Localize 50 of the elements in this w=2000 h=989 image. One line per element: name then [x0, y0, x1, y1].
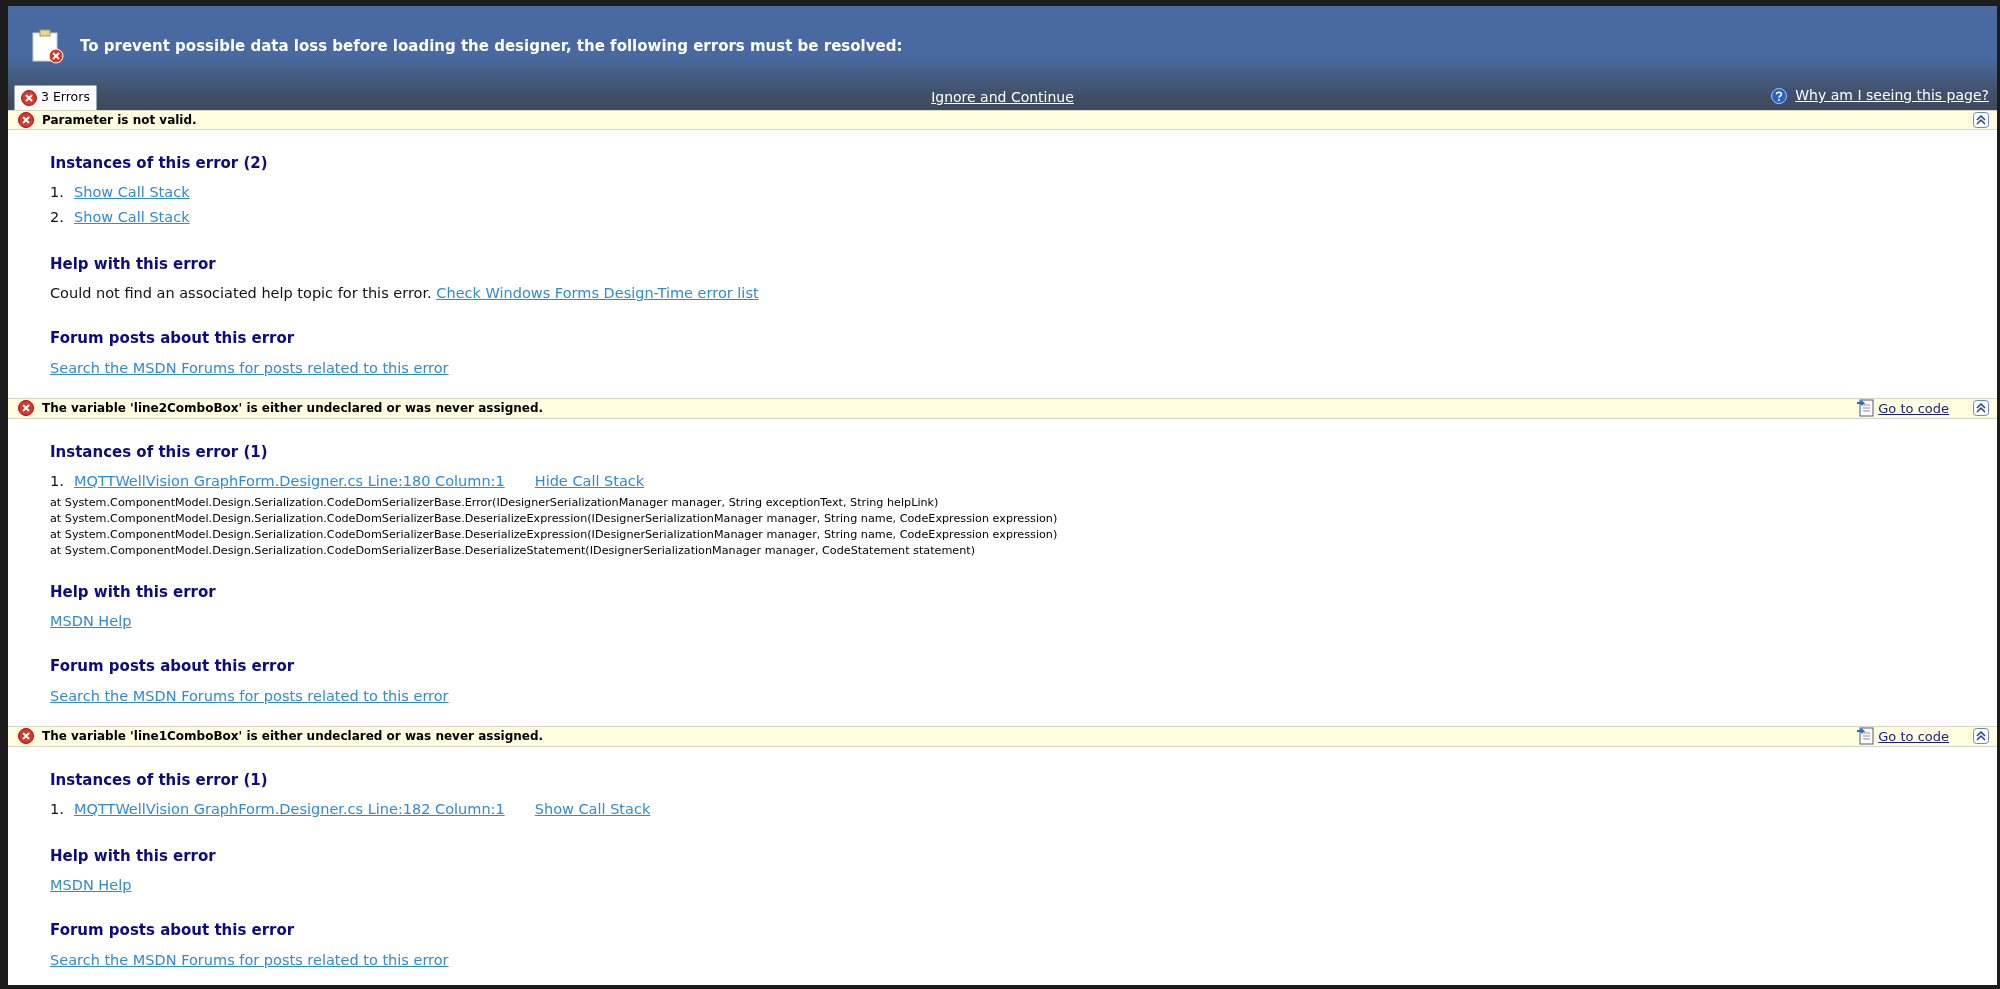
code-file-icon [1856, 399, 1875, 418]
header-title: To prevent possible data loss before loading the designer, the following errors must be resolved: [80, 35, 903, 57]
error-icon [18, 400, 34, 417]
error-message: The variable 'line1ComboBox' is either undeclared or was never assigned. [42, 728, 545, 746]
error-icon [18, 112, 34, 128]
collapse-icon[interactable] [1973, 728, 1989, 745]
go-to-code-link[interactable]: Go to code [1878, 726, 1949, 746]
help-link[interactable]: Check Windows Forms Design-Time error list [436, 285, 759, 301]
forum-search-link[interactable]: Search the MSDN Forums for posts related to this error [50, 359, 449, 376]
call-stack-toggle-link[interactable]: Hide Call Stack [534, 471, 645, 493]
call-stack-toggle-link[interactable]: Show Call Stack [534, 799, 651, 821]
forum-search-link[interactable]: Search the MSDN Forums for posts related to this error [50, 687, 449, 704]
section-heading: Help with this error [50, 581, 217, 603]
go-to-code-link[interactable]: Go to code [1878, 398, 1949, 418]
help-icon [1771, 87, 1788, 104]
section-heading: Forum posts about this error [50, 920, 296, 941]
file-location-link[interactable]: MQTTWellVision GraphForm.Designer.cs Line:182 Column:1 [74, 799, 505, 821]
stack-trace-line: at System.ComponentModel.Design.Serialization.CodeDomSerializerBase.DeserializeExpression(IDesignerSerializationManager manager, String name, CodeExpression expression) [50, 526, 1059, 543]
call-stack-toggle-link[interactable]: Show Call Stack [74, 182, 190, 204]
stack-trace-line: at System.ComponentModel.Design.Serialization.CodeDomSerializerBase.DeserializeStatement(IDesignerSerializationManager manager, CodeStatement statement) [50, 542, 977, 559]
stack-trace-line: at System.ComponentModel.Design.Serialization.CodeDomSerializerBase.Error(IDesignerSerializationManager manager, String exceptionText, String helpLink) [50, 494, 940, 511]
list-number: 2. [50, 208, 65, 228]
section-heading: Help with this error [50, 253, 217, 275]
list-number: 1. [50, 472, 65, 492]
stack-trace-line: at System.ComponentModel.Design.Serialization.CodeDomSerializerBase.DeserializeExpression(IDesignerSerializationManager manager, String name, CodeExpression expression) [50, 510, 1059, 527]
help-link[interactable]: MSDN Help [50, 877, 132, 893]
collapse-icon[interactable] [1973, 112, 1989, 128]
help-text: Could not find an associated help topic for this error. [50, 285, 433, 301]
ignore-and-continue-link[interactable]: Ignore and Continue [931, 87, 1074, 108]
code-file-icon [1856, 727, 1875, 746]
section-heading: Instances of this error (1) [50, 442, 269, 463]
error-icon [21, 89, 37, 106]
clipboard-error-icon [30, 28, 64, 64]
list-number: 1. [50, 183, 65, 203]
section-heading: Forum posts about this error [50, 328, 296, 349]
section-heading: Help with this error [50, 845, 217, 867]
section-heading: Instances of this error (1) [50, 770, 269, 791]
why-am-i-seeing-this-page-link[interactable]: Why am I seeing this page? [1795, 85, 1989, 106]
help-link[interactable]: MSDN Help [50, 613, 132, 629]
call-stack-toggle-link[interactable]: Show Call Stack [74, 207, 190, 229]
error-message: Parameter is not valid. [42, 112, 198, 129]
error-message: The variable 'line2ComboBox' is either undeclared or was never assigned. [42, 400, 545, 418]
forum-search-link[interactable]: Search the MSDN Forums for posts related to this error [50, 951, 449, 968]
list-number: 1. [50, 800, 65, 820]
collapse-icon[interactable] [1973, 400, 1989, 417]
error-icon [18, 728, 34, 745]
errors-tab[interactable]: 3 Errors [14, 85, 97, 110]
file-location-link[interactable]: MQTTWellVision GraphForm.Designer.cs Line:180 Column:1 [74, 471, 505, 493]
section-heading: Forum posts about this error [50, 656, 296, 677]
section-heading: Instances of this error (2) [50, 153, 269, 174]
